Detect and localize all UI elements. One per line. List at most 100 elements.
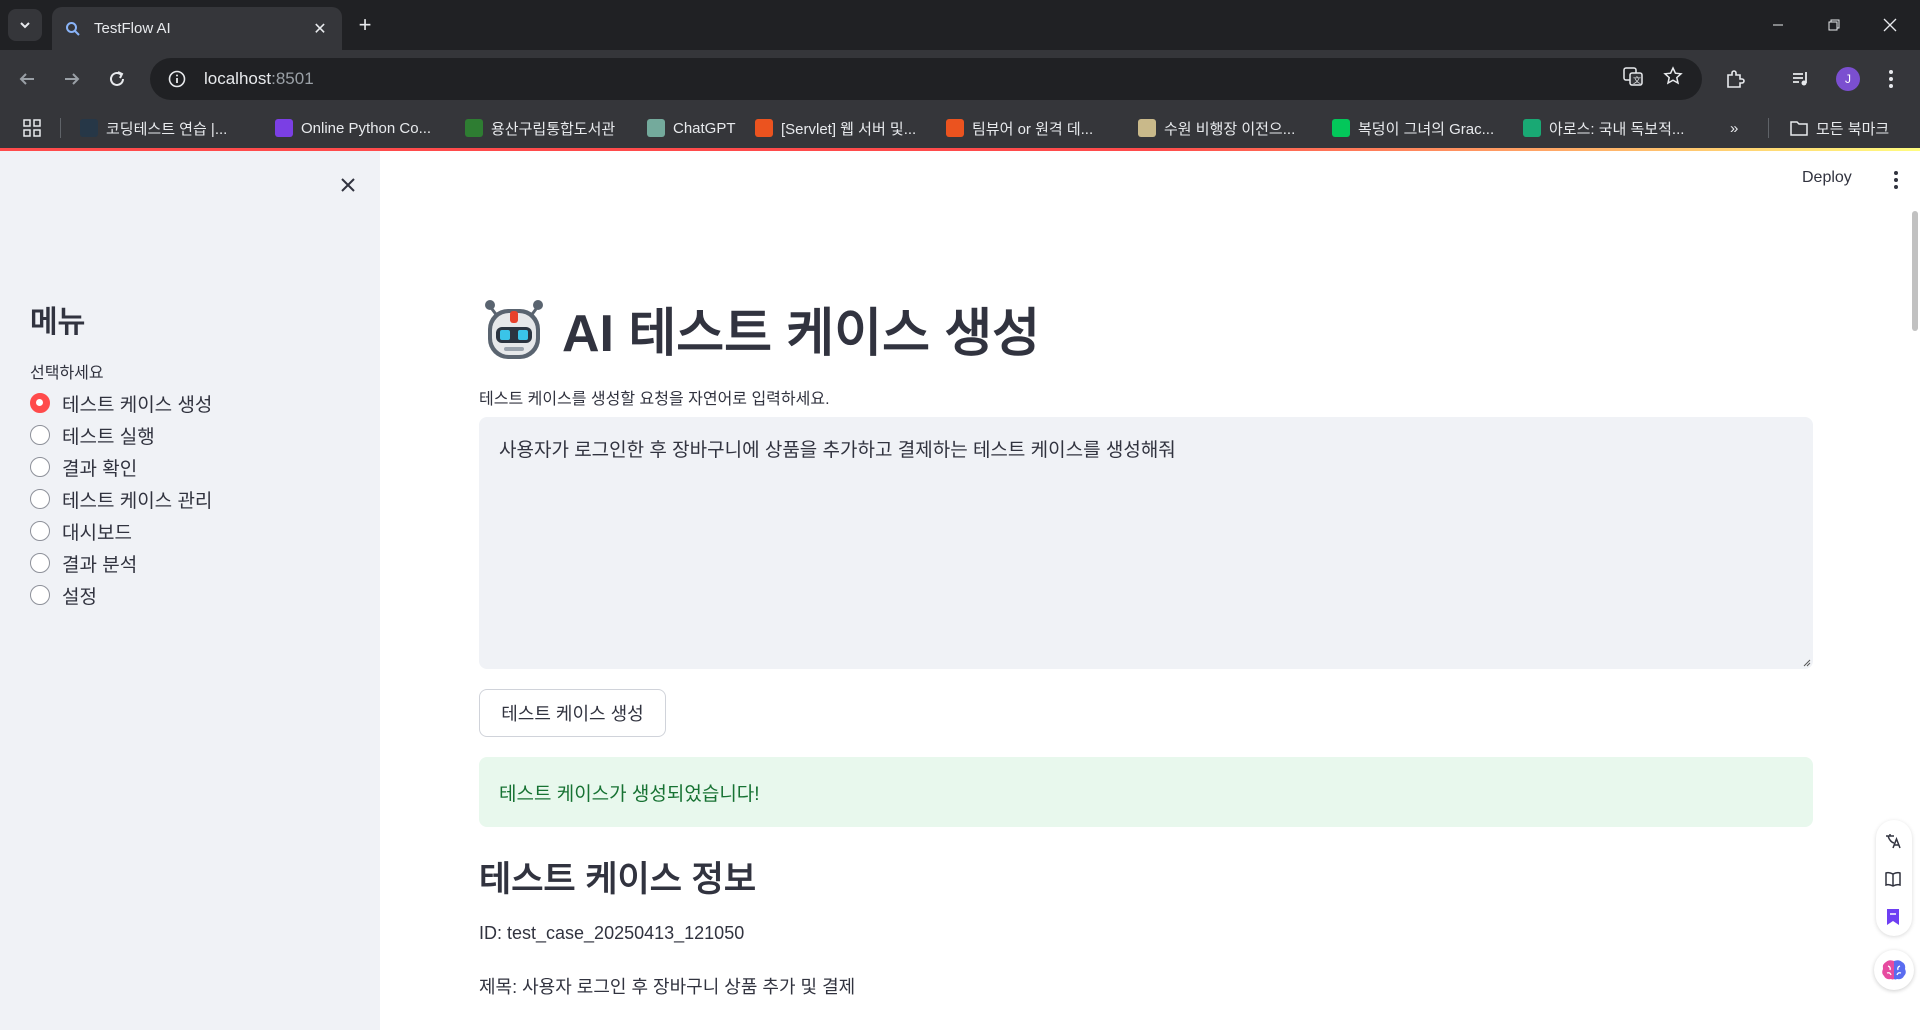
- radio-button[interactable]: [30, 521, 50, 541]
- menu-option[interactable]: 설정: [30, 579, 212, 611]
- chevron-down-icon: [20, 22, 30, 29]
- deploy-button[interactable]: Deploy: [1802, 169, 1852, 187]
- resize-handle-icon[interactable]: [1801, 657, 1811, 667]
- aros-icon: [1523, 119, 1541, 137]
- minimize-button[interactable]: [1750, 0, 1806, 50]
- bookmarks-overflow-icon[interactable]: »: [1730, 116, 1738, 140]
- sidebar-close-button[interactable]: [334, 171, 362, 199]
- menu-option[interactable]: 테스트 케이스 생성: [30, 387, 212, 419]
- menu-option[interactable]: 테스트 실행: [30, 419, 212, 451]
- close-window-button[interactable]: [1862, 0, 1918, 50]
- bookmark-star-icon[interactable]: [1658, 61, 1688, 91]
- menu-option-label: 테스트 케이스 생성: [62, 394, 213, 416]
- reload-icon: [110, 71, 124, 86]
- radio-button[interactable]: [30, 553, 50, 573]
- main-content: Deploy AI 테스트 케이스 생성 테스트 케이스를 생성할 요청을 자연…: [380, 151, 1920, 1030]
- request-textarea-label: 테스트 케이스를 생성할 요청을 자연어로 입력하세요.: [479, 391, 830, 408]
- bookmark-label: 아로스: 국내 독보적...: [1549, 120, 1685, 138]
- radio-button[interactable]: [30, 425, 50, 445]
- success-alert: 테스트 케이스가 생성되었습니다!: [479, 757, 1813, 827]
- bookmark-label: 용산구립통합도서관: [491, 120, 616, 138]
- document-icon: [1138, 119, 1156, 137]
- bookmark-label: 복덩이 그녀의 Grac...: [1358, 120, 1495, 138]
- bookmark-item[interactable]: Online Python Co...: [275, 116, 431, 140]
- minimize-icon: [1773, 24, 1783, 26]
- radio-button[interactable]: [30, 457, 50, 477]
- site-info-icon[interactable]: [164, 66, 190, 92]
- generate-test-case-button[interactable]: 테스트 케이스 생성: [479, 689, 666, 737]
- chatgpt-icon: [647, 119, 665, 137]
- bookmark-item[interactable]: 복덩이 그녀의 Grac...: [1332, 116, 1494, 140]
- media-control-icon[interactable]: [1786, 64, 1816, 94]
- book-icon[interactable]: [1878, 864, 1908, 894]
- success-message: 테스트 케이스가 생성되었습니다!: [499, 783, 760, 805]
- close-icon: [341, 178, 355, 192]
- restore-icon: [1828, 19, 1840, 31]
- back-button[interactable]: [10, 62, 44, 96]
- brain-icon: [1882, 960, 1906, 980]
- bookmark-item[interactable]: 코딩테스트 연습 |...: [80, 116, 227, 140]
- translate-icon[interactable]: 文: [1618, 61, 1648, 91]
- sidebar: 메뉴 선택하세요 테스트 케이스 생성 테스트 실행 결과 확인 테스트 케이스 관리…: [0, 151, 380, 1030]
- url-port: :8501: [271, 69, 314, 88]
- menu-option[interactable]: 결과 분석: [30, 547, 212, 579]
- library-icon: [465, 119, 483, 137]
- menu-option[interactable]: 테스트 케이스 관리: [30, 483, 212, 515]
- page-title: AI 테스트 케이스 생성: [480, 291, 1040, 366]
- menu-option[interactable]: 결과 확인: [30, 451, 212, 483]
- arrow-left-icon: [19, 73, 34, 85]
- extensions-icon[interactable]: [1720, 64, 1750, 94]
- menu-option-label: 테스트 실행: [62, 426, 155, 448]
- bookmark-item[interactable]: 아로스: 국내 독보적...: [1523, 116, 1684, 140]
- search-icon: [64, 20, 82, 38]
- bookmark-item[interactable]: ChatGPT: [647, 116, 736, 140]
- programmers-icon: [80, 119, 98, 137]
- page-title-text: AI 테스트 케이스 생성: [562, 305, 1041, 363]
- apps-grid-icon[interactable]: [20, 116, 44, 140]
- chrome-menu-icon[interactable]: [1876, 64, 1906, 94]
- bookmarks-bar: 코딩테스트 연습 |... Online Python Co... 용산구립통합도서…: [0, 108, 1920, 148]
- reload-button[interactable]: [100, 62, 134, 96]
- tistory-icon: [755, 119, 773, 137]
- svg-text:文: 文: [1633, 75, 1641, 85]
- radio-button[interactable]: [30, 393, 50, 413]
- more-vertical-icon: [1894, 171, 1898, 189]
- main-menu-button[interactable]: [1885, 167, 1907, 193]
- bookmark-item[interactable]: 팀뷰어 or 원격 데...: [946, 116, 1093, 140]
- address-bar[interactable]: localhost:8501: [150, 58, 1702, 100]
- python-editor-icon: [275, 119, 293, 137]
- scrollbar[interactable]: [1912, 211, 1918, 331]
- all-bookmarks-folder[interactable]: 모든 북마크: [1790, 116, 1889, 140]
- bookmark-item[interactable]: 수원 비행장 이전으...: [1138, 116, 1295, 140]
- all-bookmarks-label: 모든 북마크: [1816, 120, 1890, 138]
- folder-icon: [1790, 121, 1808, 136]
- menu-option-label: 결과 분석: [62, 554, 138, 576]
- bookmarks-divider: [1768, 118, 1769, 138]
- radio-button[interactable]: [30, 585, 50, 605]
- menu-option[interactable]: 대시보드: [30, 515, 212, 547]
- bookmark-item[interactable]: 용산구립통합도서관: [465, 116, 615, 140]
- profile-avatar[interactable]: J: [1836, 67, 1860, 91]
- menu-option-label: 대시보드: [62, 522, 132, 544]
- request-textarea[interactable]: 사용자가 로그인한 후 장바구니에 상품을 추가하고 결제하는 테스트 케이스를…: [479, 417, 1813, 669]
- request-textarea-value: 사용자가 로그인한 후 장바구니에 상품을 추가하고 결제하는 테스트 케이스를…: [499, 440, 1176, 461]
- bookmark-item[interactable]: [Servlet] 웹 서버 및...: [755, 116, 916, 140]
- new-tab-button[interactable]: +: [352, 12, 378, 38]
- ai-assistant-button[interactable]: [1874, 950, 1914, 990]
- test-case-info-heading: 테스트 케이스 정보: [479, 860, 757, 899]
- forward-button[interactable]: [55, 62, 89, 96]
- close-icon: [1883, 18, 1897, 32]
- tab-close-icon[interactable]: ✕: [310, 19, 330, 39]
- bookmark-label: 수원 비행장 이전으...: [1164, 120, 1296, 138]
- tab-search-button[interactable]: [8, 9, 42, 41]
- bookmark-label: ChatGPT: [673, 119, 736, 137]
- restore-button[interactable]: [1806, 0, 1862, 50]
- bookmark-widget-icon[interactable]: [1878, 902, 1908, 932]
- radio-button[interactable]: [30, 489, 50, 509]
- blog-icon: [1332, 119, 1350, 137]
- test-case-id: ID: test_case_20250413_121050: [479, 923, 745, 943]
- menu-option-label: 설정: [62, 586, 97, 608]
- browser-tab[interactable]: TestFlow AI ✕: [52, 7, 342, 50]
- menu-radio-group: 테스트 케이스 생성테스트 실행결과 확인 테스트 케이스 관리대시보드결과 분석…: [30, 387, 212, 611]
- translate-widget-icon[interactable]: [1878, 826, 1908, 856]
